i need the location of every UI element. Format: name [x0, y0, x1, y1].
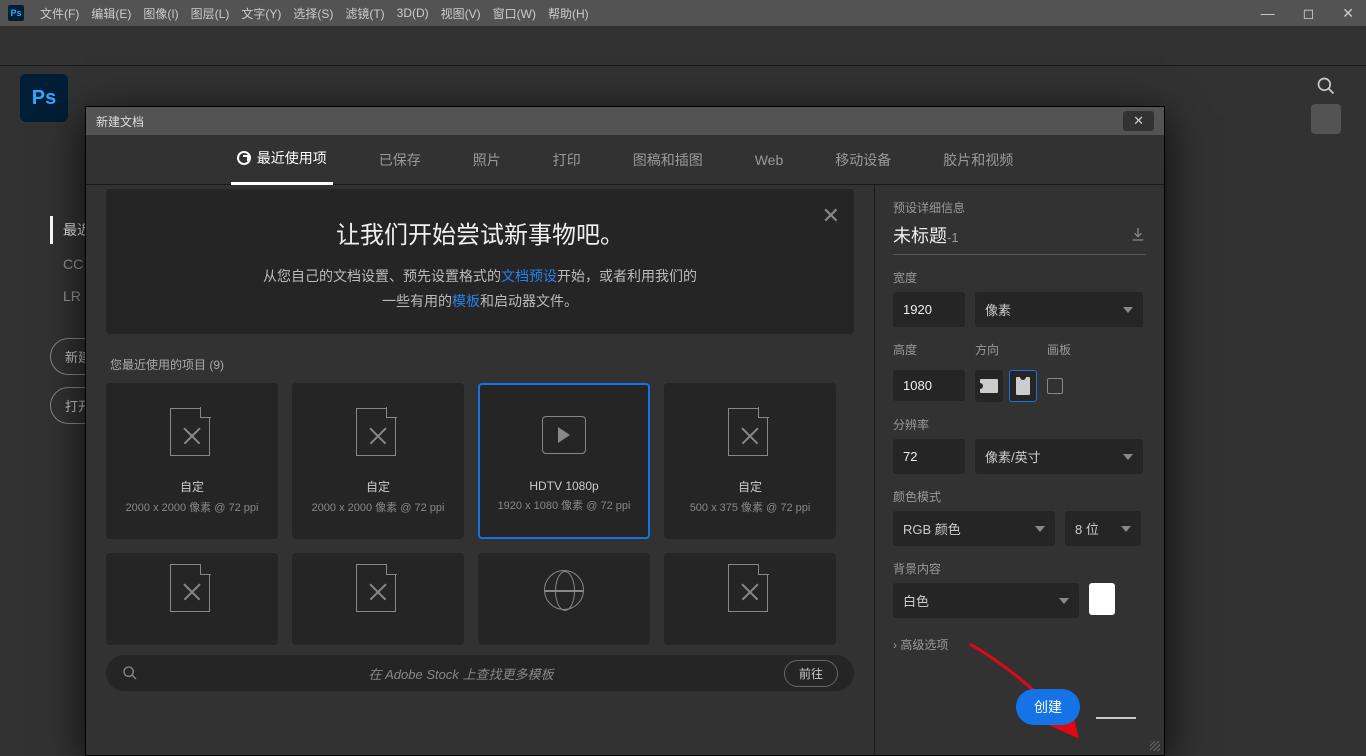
globe-icon [544, 570, 584, 610]
tab-photo[interactable]: 照片 [467, 136, 507, 184]
document-icon [728, 408, 768, 456]
resolution-unit-select[interactable]: 像素/英寸 [975, 439, 1143, 474]
new-document-dialog: 新建文档 ✕ 最近使用项 已保存 照片 打印 图稿和插图 Web 移动设备 胶片… [85, 106, 1165, 756]
chevron-down-icon [1059, 598, 1069, 604]
tab-film[interactable]: 胶片和视频 [937, 136, 1019, 184]
document-icon [170, 408, 210, 456]
document-name[interactable]: 未标题-1 [893, 222, 959, 248]
tab-recent[interactable]: 最近使用项 [231, 134, 333, 185]
window-close-icon[interactable]: ✕ [1338, 5, 1358, 22]
clock-icon [237, 151, 251, 165]
search-icon [122, 665, 138, 681]
background-label: 背景内容 [893, 560, 1146, 577]
app-logo-icon: Ps [8, 5, 24, 21]
details-section-label: 预设详细信息 [893, 199, 1146, 216]
chevron-down-icon [1123, 307, 1133, 313]
preset-card[interactable] [478, 553, 650, 645]
preset-card[interactable]: 自定 2000 x 2000 像素 @ 72 ppi [106, 383, 278, 539]
intro-panel: ✕ 让我们开始尝试新事物吧。 从您自己的文档设置、预先设置格式的文档预设开始，或… [106, 189, 854, 334]
menu-image[interactable]: 图像(I) [143, 5, 178, 22]
document-icon [356, 408, 396, 456]
resolution-input[interactable] [893, 439, 965, 474]
height-input[interactable] [893, 370, 965, 401]
document-icon [728, 564, 768, 612]
home-logo-icon: Ps [20, 74, 68, 122]
chevron-down-icon [1035, 526, 1045, 532]
bit-depth-select[interactable]: 8 位 [1065, 511, 1141, 546]
stock-search-input[interactable]: 在 Adobe Stock 上查找更多模板 [150, 664, 772, 683]
tab-print[interactable]: 打印 [547, 136, 587, 184]
presets-area: ✕ 让我们开始尝试新事物吧。 从您自己的文档设置、预先设置格式的文档预设开始，或… [86, 185, 874, 755]
recent-items-label: 您最近使用的项目 (9) [110, 356, 850, 373]
options-bar [0, 26, 1366, 66]
advanced-options-toggle[interactable]: 高级选项 [893, 636, 1146, 653]
menu-help[interactable]: 帮助(H) [548, 5, 589, 22]
intro-title: 让我们开始尝试新事物吧。 [136, 215, 824, 250]
menu-select[interactable]: 选择(S) [293, 5, 333, 22]
menu-edit[interactable]: 编辑(E) [91, 5, 131, 22]
width-input[interactable] [893, 292, 965, 327]
artboard-label: 画板 [1047, 341, 1071, 358]
menu-type[interactable]: 文字(Y) [241, 5, 281, 22]
width-unit-select[interactable]: 像素 [975, 292, 1143, 327]
preset-card[interactable] [292, 553, 464, 645]
preset-card[interactable] [664, 553, 836, 645]
width-label: 宽度 [893, 269, 1146, 286]
app-menubar: Ps 文件(F) 编辑(E) 图像(I) 图层(L) 文字(Y) 选择(S) 滤… [0, 0, 1366, 26]
go-button[interactable]: 前往 [784, 660, 838, 687]
document-icon [170, 564, 210, 612]
tab-saved[interactable]: 已保存 [373, 136, 427, 184]
presets-grid: 自定 2000 x 2000 像素 @ 72 ppi 自定 2000 x 200… [106, 383, 854, 645]
window-maximize-icon[interactable]: ◻ [1299, 5, 1319, 22]
intro-close-icon[interactable]: ✕ [822, 203, 840, 229]
height-label: 高度 [893, 341, 965, 358]
stock-search-bar: 在 Adobe Stock 上查找更多模板 前往 [106, 655, 854, 691]
menu-view[interactable]: 视图(V) [441, 5, 481, 22]
dialog-tabs: 最近使用项 已保存 照片 打印 图稿和插图 Web 移动设备 胶片和视频 [86, 135, 1164, 185]
preset-details-panel: 预设详细信息 未标题-1 宽度 像素 高度 方向 [874, 185, 1164, 755]
preset-card[interactable]: 自定 500 x 375 像素 @ 72 ppi [664, 383, 836, 539]
background-color-swatch[interactable] [1089, 583, 1115, 615]
orientation-portrait-button[interactable] [1009, 370, 1037, 402]
chevron-down-icon [1123, 454, 1133, 460]
tab-art[interactable]: 图稿和插图 [627, 136, 709, 184]
window-minimize-icon[interactable]: — [1257, 5, 1279, 22]
doc-presets-link[interactable]: 文档预设 [501, 268, 557, 284]
save-preset-icon[interactable] [1130, 226, 1146, 247]
tab-web[interactable]: Web [749, 138, 790, 182]
menu-filter[interactable]: 滤镜(T) [345, 5, 384, 22]
menu-3d[interactable]: 3D(D) [397, 6, 429, 20]
menu-layer[interactable]: 图层(L) [191, 5, 230, 22]
document-icon [356, 564, 396, 612]
preset-card[interactable]: 自定 2000 x 2000 像素 @ 72 ppi [292, 383, 464, 539]
search-icon[interactable] [1316, 76, 1336, 96]
templates-link[interactable]: 模板 [452, 293, 480, 309]
dialog-title: 新建文档 [96, 113, 144, 130]
orientation-label: 方向 [975, 341, 1037, 358]
artboard-checkbox[interactable] [1047, 378, 1063, 394]
chevron-down-icon [1121, 526, 1131, 532]
tab-mobile[interactable]: 移动设备 [829, 136, 897, 184]
color-mode-label: 颜色模式 [893, 488, 1146, 505]
background-select[interactable]: 白色 [893, 583, 1079, 618]
resize-grip-icon[interactable] [1150, 741, 1160, 751]
video-icon [542, 416, 586, 454]
resolution-label: 分辨率 [893, 416, 1146, 433]
dialog-titlebar: 新建文档 ✕ [86, 107, 1164, 135]
intro-description: 从您自己的文档设置、预先设置格式的文档预设开始，或者利用我们的 一些有用的模板和… [136, 264, 824, 314]
preset-card[interactable] [106, 553, 278, 645]
account-button[interactable] [1311, 104, 1341, 134]
orientation-landscape-button[interactable] [975, 370, 1003, 402]
preset-card-selected[interactable]: HDTV 1080p 1920 x 1080 像素 @ 72 ppi [478, 383, 650, 539]
dialog-close-button[interactable]: ✕ [1123, 111, 1154, 131]
color-mode-select[interactable]: RGB 颜色 [893, 511, 1055, 546]
close-button-placeholder[interactable] [1096, 717, 1136, 719]
menu-window[interactable]: 窗口(W) [493, 5, 536, 22]
menu-file[interactable]: 文件(F) [40, 5, 79, 22]
create-button[interactable]: 创建 [1016, 689, 1080, 725]
